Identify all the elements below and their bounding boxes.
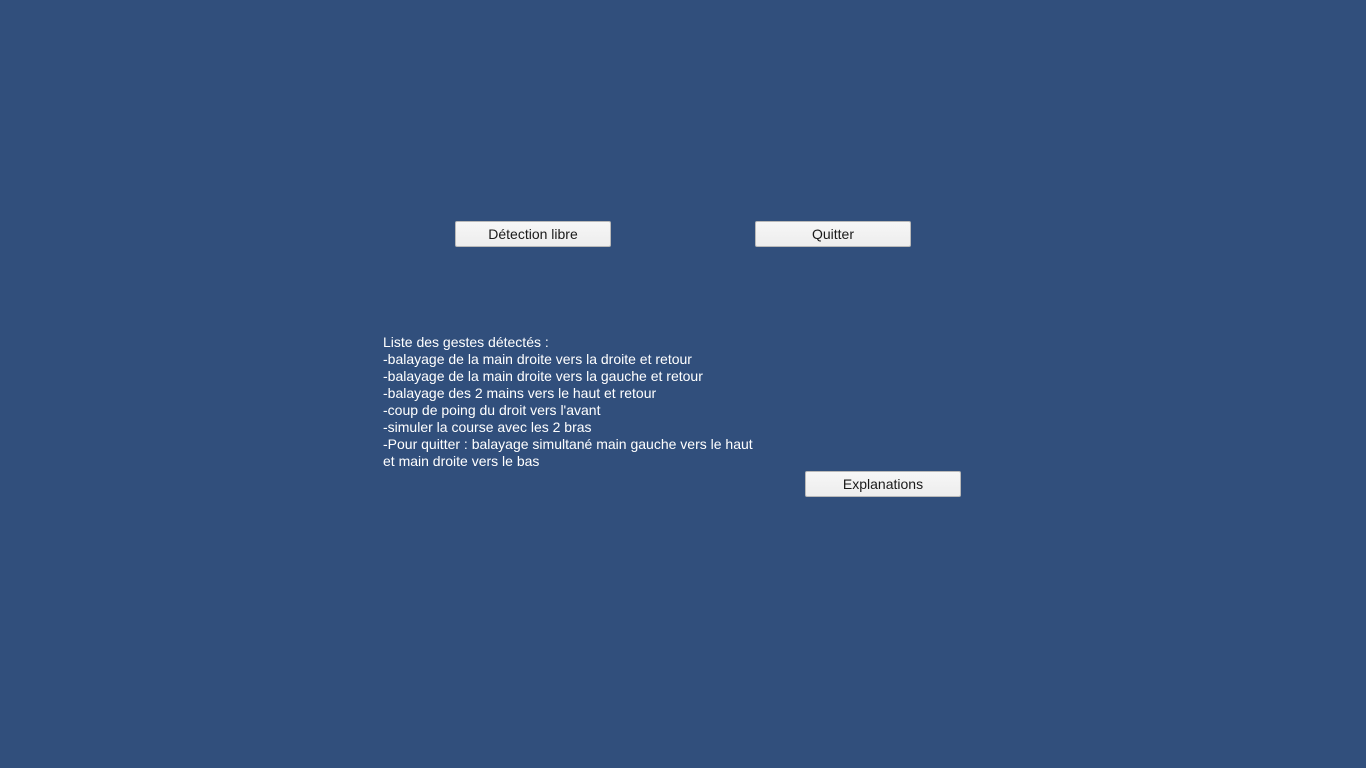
gesture-item: -simuler la course avec les 2 bras — [383, 419, 592, 435]
gesture-item: -coup de poing du droit vers l'avant — [383, 402, 601, 418]
free-detection-button[interactable]: Détection libre — [455, 221, 611, 247]
quit-button[interactable]: Quitter — [755, 221, 911, 247]
gesture-item: -Pour quitter : balayage simultané main … — [383, 436, 753, 452]
gesture-item: -balayage de la main droite vers la gauc… — [383, 368, 703, 384]
gesture-list: Liste des gestes détectés : -balayage de… — [383, 334, 783, 470]
gesture-item: -balayage de la main droite vers la droi… — [383, 351, 692, 367]
gesture-item: et main droite vers le bas — [383, 453, 540, 469]
app-screen: { "menu": { "detection_label": "Détectio… — [0, 0, 1366, 768]
gesture-item: -balayage des 2 mains vers le haut et re… — [383, 385, 657, 401]
gesture-list-title: Liste des gestes détectés : — [383, 334, 549, 350]
explanations-button[interactable]: Explanations — [805, 471, 961, 497]
